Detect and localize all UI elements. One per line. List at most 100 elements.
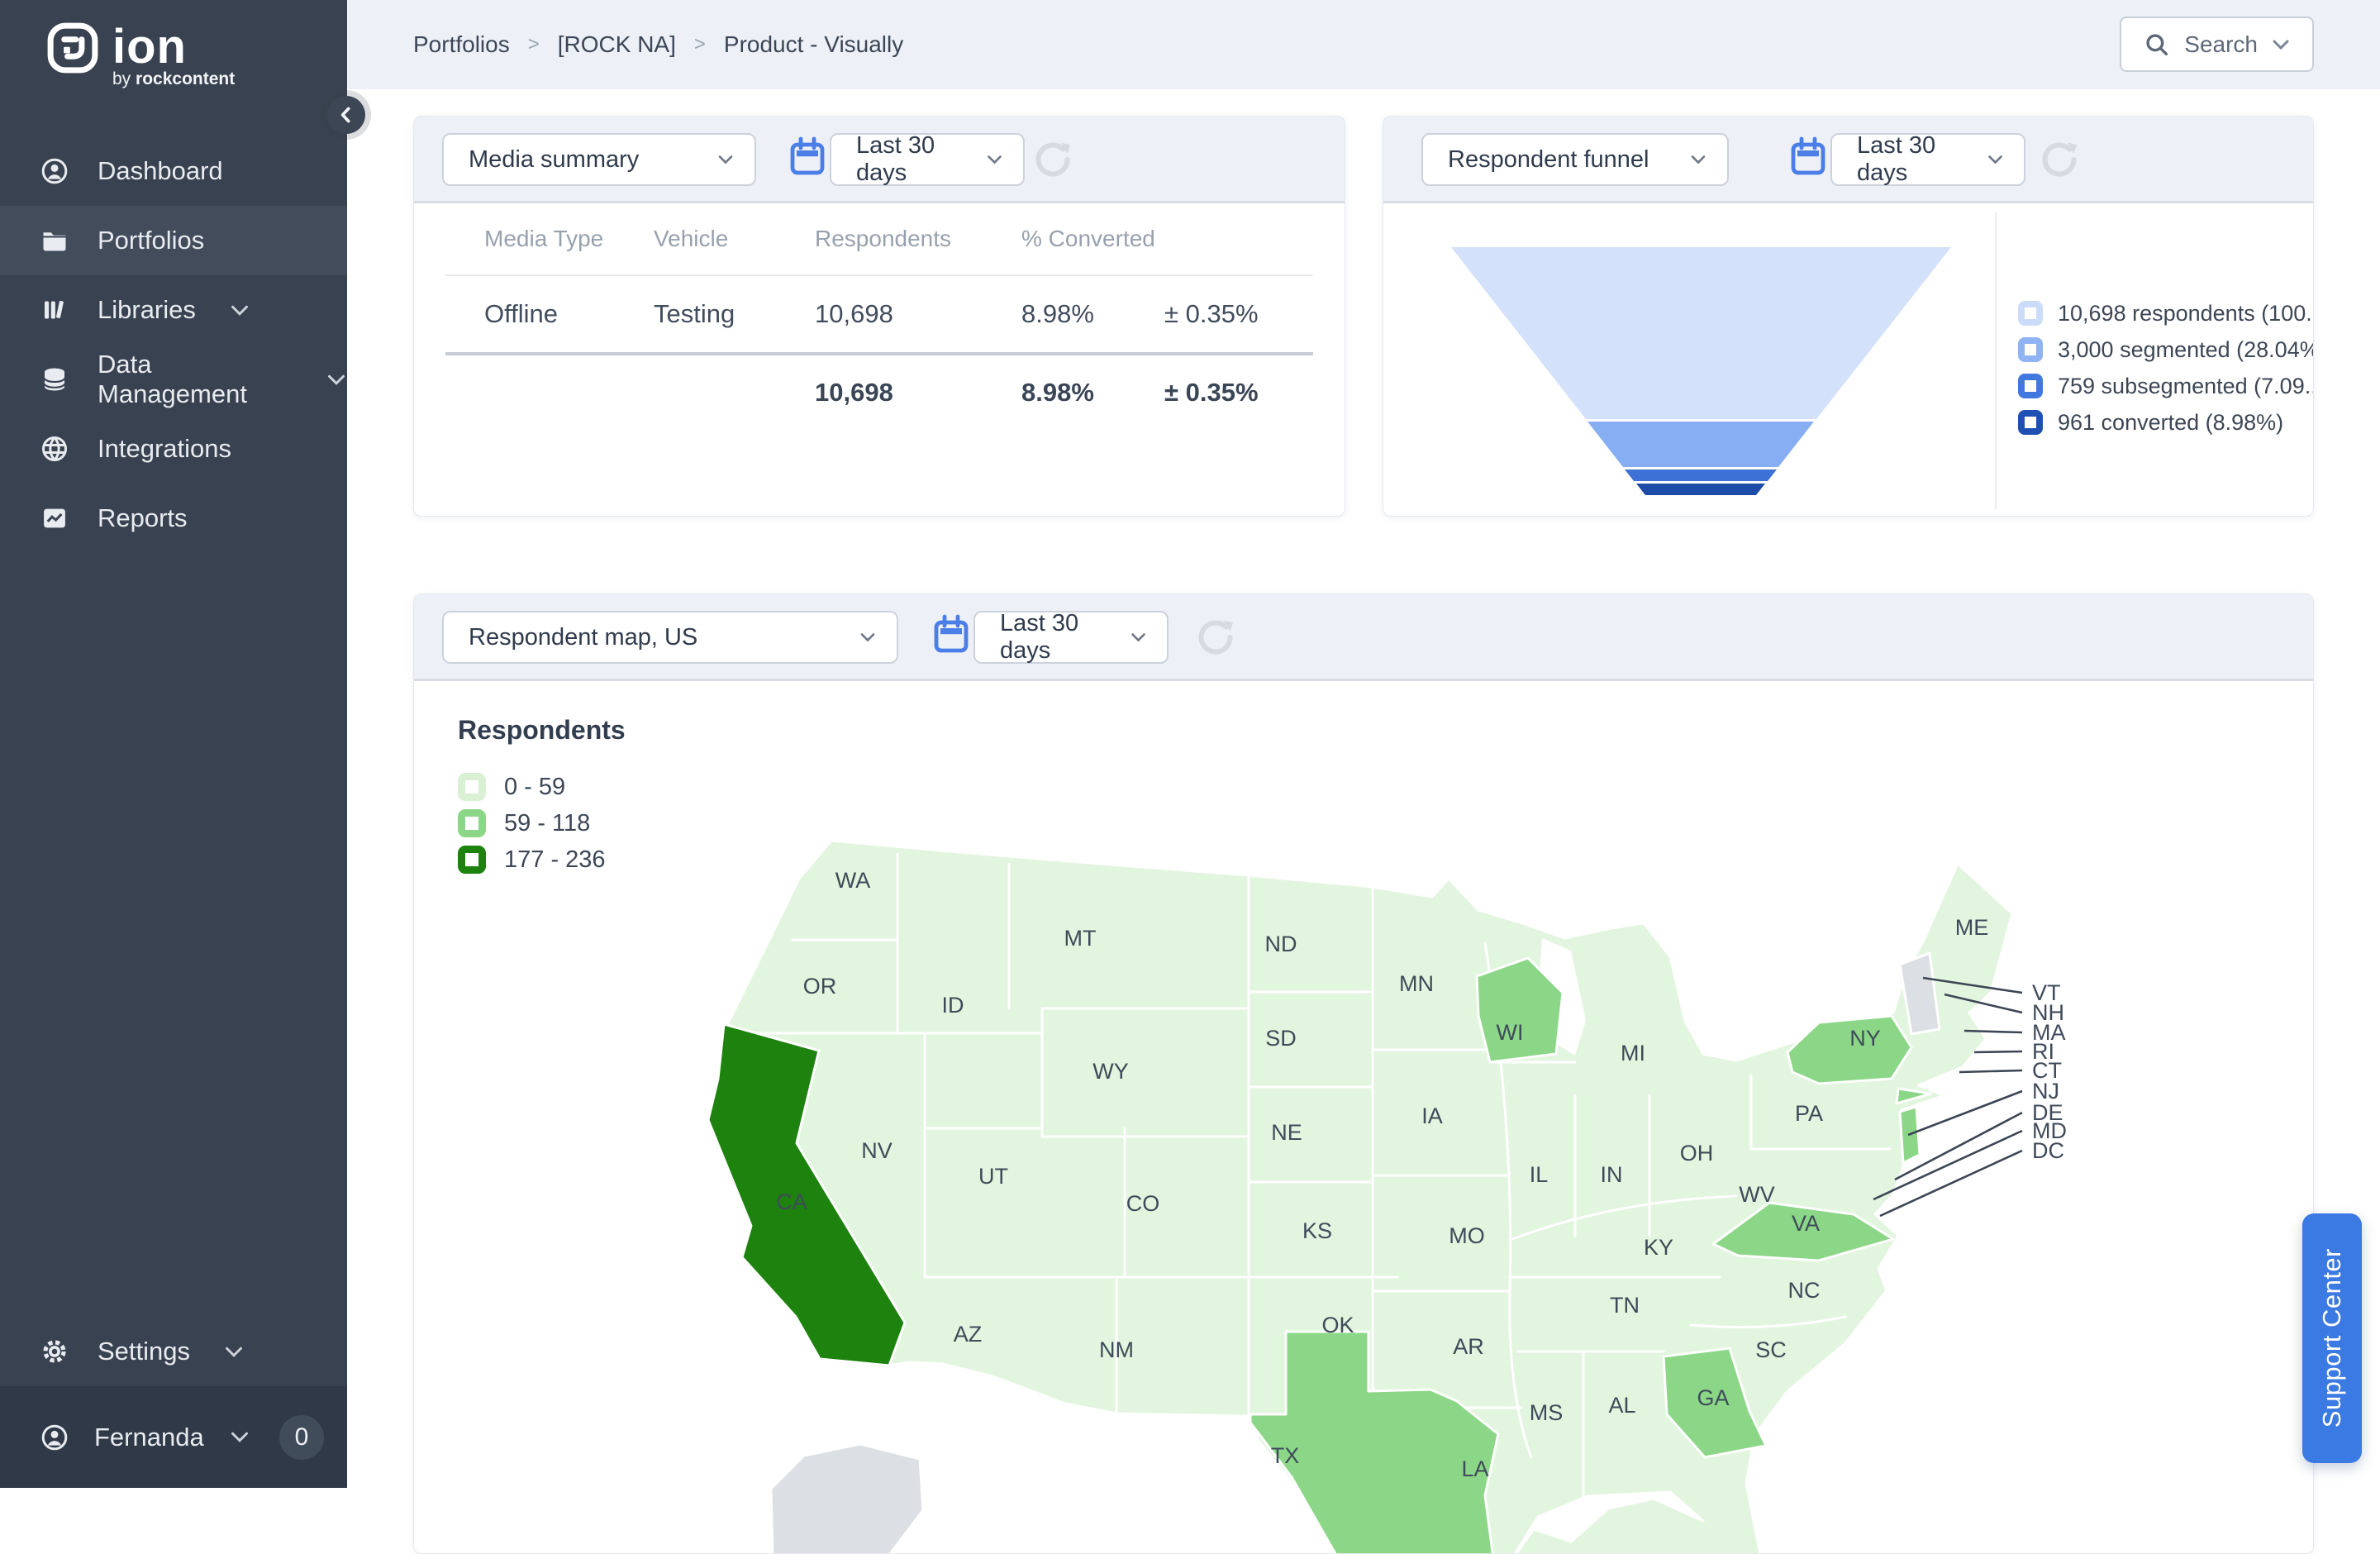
state-label-OR: OR — [803, 974, 837, 999]
legend-swatch — [2018, 374, 2043, 398]
state-label-CO: CO — [1126, 1191, 1160, 1216]
legend-label: 0 - 59 — [504, 774, 565, 801]
logo-title: ion — [112, 21, 187, 73]
state-label-SD: SD — [1265, 1026, 1297, 1051]
map-legend-item[interactable]: 59 - 118 — [458, 805, 626, 841]
table-cell: 8.98% — [1021, 299, 1164, 329]
sidebar-item-data-management[interactable]: Data Management — [0, 345, 347, 414]
breadcrumb-rock-na[interactable]: [ROCK NA] — [558, 31, 676, 58]
widget-select-value: Respondent map, US — [469, 624, 697, 651]
table-cell: ± 0.35% — [1164, 378, 1345, 408]
notification-badge[interactable]: 0 — [279, 1415, 324, 1460]
user-circle-icon — [40, 1423, 69, 1452]
state-label-UT: UT — [978, 1164, 1008, 1189]
state-label-KS: KS — [1302, 1218, 1332, 1243]
state-label-OH: OH — [1680, 1141, 1714, 1166]
folder-icon — [40, 226, 69, 255]
refresh-icon[interactable] — [2036, 136, 2084, 184]
funnel-stage-0[interactable] — [1451, 247, 1951, 419]
refresh-icon[interactable] — [1030, 136, 1078, 184]
media-summary-widget-select[interactable]: Media summary — [442, 133, 756, 186]
funnel-stage-3[interactable] — [1636, 484, 1765, 495]
logo-subtitle: by rockcontent — [112, 69, 347, 89]
media-summary-card: Media summary Last 30 days Media TypeVeh… — [413, 116, 1345, 517]
state-label-MT: MT — [1064, 926, 1097, 951]
state-label-WY: WY — [1092, 1059, 1129, 1084]
state-label-VA: VA — [1792, 1211, 1820, 1236]
funnel-stage-2[interactable] — [1625, 470, 1777, 481]
state-label-WI: WI — [1497, 1020, 1524, 1045]
chevron-down-icon — [229, 303, 250, 317]
user-menu[interactable]: Fernanda 0 — [0, 1386, 347, 1488]
state-label-LA: LA — [1461, 1456, 1488, 1481]
state-label-MO: MO — [1449, 1223, 1485, 1248]
state-label-TX: TX — [1271, 1443, 1300, 1468]
media-summary-date-range-select[interactable]: Last 30 days — [830, 133, 1025, 186]
respondent-map-widget-select[interactable]: Respondent map, US — [442, 611, 898, 664]
chevron-down-icon — [1689, 154, 1707, 165]
app-logo: ion by rockcontent — [0, 0, 347, 89]
table-cell: 10,698 — [815, 299, 1021, 329]
table-cell: Respondents — [815, 226, 1021, 252]
calendar-icon[interactable] — [931, 613, 971, 660]
table-header-row: Media TypeVehicleRespondents% Converted — [414, 203, 1345, 274]
refresh-icon[interactable] — [1192, 614, 1240, 662]
globe-icon — [40, 434, 69, 464]
state-label-MS: MS — [1530, 1400, 1564, 1425]
ion-logo-icon — [46, 21, 99, 74]
sidebar-item-label: Integrations — [98, 434, 231, 464]
funnel-legend-item[interactable]: 10,698 respondents (100.... — [2018, 301, 2314, 326]
us-choropleth-map[interactable]: WAORIDMTNDMNWIMINYMEPASDWYNVUTCONEIAKSMO… — [414, 684, 2314, 1554]
chevron-down-icon — [229, 1430, 250, 1444]
respondent-map-date-range-select[interactable]: Last 30 days — [973, 611, 1169, 664]
date-range-value: Last 30 days — [1857, 132, 1987, 187]
respondent-funnel-widget-select[interactable]: Respondent funnel — [1421, 133, 1729, 186]
calendar-icon[interactable] — [1788, 135, 1828, 183]
legend-label: 59 - 118 — [504, 810, 590, 837]
state-label-SC: SC — [1755, 1337, 1787, 1362]
table-cell: Testing — [654, 299, 815, 329]
state-label-ID: ID — [942, 993, 964, 1018]
state-label-NM: NM — [1099, 1337, 1134, 1362]
chevron-down-icon — [986, 154, 1003, 165]
map-legend-title: Respondents — [458, 715, 626, 746]
search-button[interactable]: Search — [2120, 17, 2314, 72]
user-name: Fernanda — [94, 1423, 204, 1452]
breadcrumb-portfolios[interactable]: Portfolios — [413, 31, 510, 58]
sidebar: ion by rockcontent Dashboard Portfolios … — [0, 0, 347, 1488]
sidebar-item-settings[interactable]: Settings — [0, 1317, 347, 1386]
state-label-AZ: AZ — [954, 1322, 983, 1347]
respondent-map-card-header: Respondent map, US Last 30 days — [414, 594, 2313, 681]
funnel-legend-item[interactable]: 3,000 segmented (28.04%) — [2018, 337, 2314, 362]
chevron-down-icon — [1130, 632, 1147, 643]
calendar-icon[interactable] — [788, 135, 827, 183]
funnel-legend-item[interactable]: 961 converted (8.98%) — [2018, 410, 2314, 435]
table-total-row: 10,6988.98%± 0.35% — [414, 355, 1345, 430]
sidebar-item-dashboard[interactable]: Dashboard — [0, 136, 347, 206]
state-label-GA: GA — [1697, 1385, 1729, 1410]
support-center-label: Support Center — [2317, 1248, 2347, 1428]
legend-swatch — [2018, 337, 2043, 362]
funnel-legend-item[interactable]: 759 subsegmented (7.09... — [2018, 374, 2314, 398]
map-legend-item[interactable]: 0 - 59 — [458, 769, 626, 805]
sidebar-item-reports[interactable]: Reports — [0, 484, 347, 553]
search-button-label: Search — [2184, 31, 2258, 58]
mexico-region — [771, 1444, 923, 1554]
support-center-button[interactable]: Support Center — [2302, 1213, 2362, 1463]
funnel-stage-1[interactable] — [1587, 422, 1814, 467]
state-label-AL: AL — [1608, 1393, 1635, 1418]
sidebar-item-integrations[interactable]: Integrations — [0, 414, 347, 484]
chevron-left-icon — [336, 104, 357, 126]
breadcrumb-separator: > — [528, 33, 540, 56]
state-label-DC: DC — [2032, 1138, 2064, 1163]
sidebar-item-portfolios[interactable]: Portfolios — [0, 206, 347, 275]
date-range-value: Last 30 days — [1000, 610, 1130, 665]
sidebar-item-libraries[interactable]: Libraries — [0, 275, 347, 345]
table-row: OfflineTesting10,6988.98%± 0.35% — [414, 276, 1345, 352]
respondent-funnel-date-range-select[interactable]: Last 30 days — [1830, 133, 2025, 186]
state-label-OK: OK — [1321, 1313, 1354, 1337]
sidebar-collapse-button[interactable] — [327, 96, 365, 134]
breadcrumb: Portfolios > [ROCK NA] > Product - Visua… — [413, 0, 903, 89]
state-label-AR: AR — [1453, 1334, 1484, 1359]
map-legend-item[interactable]: 177 - 236 — [458, 841, 626, 878]
